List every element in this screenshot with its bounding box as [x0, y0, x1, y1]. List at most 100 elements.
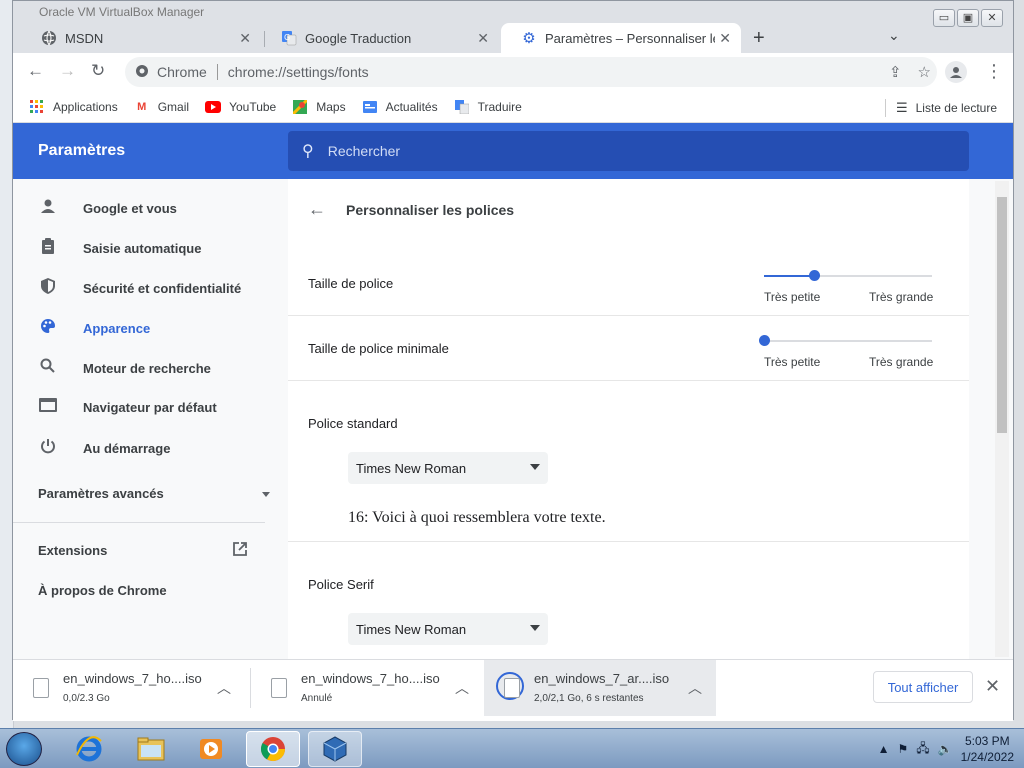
close-tab-icon[interactable]: ✕ [719, 30, 731, 47]
bookmark-youtube[interactable]: YouTube [205, 99, 276, 115]
page-scrollbar[interactable] [995, 181, 1009, 657]
reading-list-button[interactable]: ☰ Liste de lecture [884, 99, 997, 117]
bookmark-applications[interactable]: Applications [29, 99, 118, 115]
maps-icon [292, 99, 308, 115]
back-arrow-icon[interactable]: ← [308, 199, 326, 220]
bookmark-maps[interactable]: Maps [292, 99, 346, 115]
back-arrow-icon[interactable]: ← [27, 61, 44, 81]
row-divider [288, 315, 969, 316]
tab-parametres[interactable]: ⚙ Paramètres – Personnaliser les po ✕ [501, 23, 741, 53]
internet-explorer-icon[interactable] [62, 731, 116, 767]
settings-search-input[interactable]: ⚲ Rechercher [288, 131, 969, 171]
share-icon[interactable]: ⇪ [889, 63, 902, 81]
scrollbar-thumb[interactable] [997, 197, 1007, 433]
download-item[interactable]: en_windows_7_​ar....iso 2,0/2,1 Go, 6 s … [484, 660, 716, 716]
serif-font-label: Police Serif [308, 577, 374, 592]
sidebar-item-saisie-automatique[interactable]: Saisie automatique [38, 238, 201, 259]
sidebar-item-moteur-de-recherche[interactable]: Moteur de recherche [38, 358, 211, 379]
profile-avatar-icon[interactable] [945, 61, 967, 83]
standard-font-label: Police standard [308, 416, 398, 431]
toolbar: ← → ↻ Chrome chrome://settings/fonts ⇪ ☆… [13, 53, 1013, 91]
min-font-size-slider[interactable] [759, 335, 932, 346]
palette-icon [38, 318, 58, 339]
sidebar-item-google-et-vous[interactable]: Google et vous [38, 198, 177, 219]
system-tray: ▲ ⚑ 🖧 🔈 5:03 PM 1/24/2022 [878, 733, 1014, 765]
close-tab-icon[interactable]: ✕ [477, 30, 489, 47]
page-title: Personnaliser les polices [346, 201, 515, 218]
media-player-icon[interactable] [184, 731, 238, 767]
volume-icon[interactable]: 🔈 [938, 742, 953, 756]
action-center-flag-icon[interactable]: ⚑ [898, 742, 909, 756]
bookmarks-divider [884, 99, 886, 117]
settings-sidebar: Google et vous Saisie automatique Sécuri… [13, 179, 288, 659]
reload-icon[interactable]: ↻ [91, 61, 105, 81]
sidebar-item-apparence[interactable]: Apparence [38, 318, 150, 339]
browser-icon [38, 398, 58, 417]
sidebar-item-label: Au démarrage [83, 441, 171, 456]
globe-icon [41, 30, 57, 46]
sidebar-item-a-propos[interactable]: À propos de Chrome [38, 583, 167, 598]
close-tab-icon[interactable]: ✕ [239, 30, 251, 47]
tab-label: Paramètres – Personnaliser les po [545, 30, 715, 46]
tab-msdn[interactable]: MSDN ✕ [21, 23, 261, 53]
start-button[interactable] [6, 732, 42, 766]
scheme-label: Chrome [157, 64, 207, 80]
sidebar-item-label: Apparence [83, 321, 151, 336]
close-downloads-icon[interactable]: ✕ [985, 676, 1000, 697]
bookmark-actualites[interactable]: Actualités [362, 99, 438, 115]
page-header: ← Personnaliser les polices [308, 199, 514, 220]
network-icon[interactable]: 🖧 [916, 739, 929, 760]
tab-strip: MSDN ✕ G Google Traduction ✕ ⚙ Paramètre… [13, 23, 1013, 53]
clipboard-icon [38, 238, 58, 259]
tab-google-traduction[interactable]: G Google Traduction ✕ [261, 23, 499, 53]
url-divider [216, 64, 218, 80]
row-divider [288, 380, 969, 381]
sidebar-item-label: Google et vous [83, 201, 177, 216]
show-hidden-icons-chevron-icon[interactable]: ▲ [878, 742, 890, 756]
bookmark-star-icon[interactable]: ☆ [918, 63, 931, 81]
min-font-size-label: Taille de police minimale [308, 341, 449, 356]
address-bar[interactable]: Chrome chrome://settings/fonts ⇪ ☆ [125, 57, 937, 87]
sidebar-divider [13, 522, 265, 523]
clock[interactable]: 5:03 PM 1/24/2022 [961, 733, 1014, 765]
sidebar-advanced-toggle[interactable]: Paramètres avancés [38, 486, 270, 501]
font-size-label: Taille de police [308, 276, 394, 291]
settings-gear-icon: ⚙ [522, 30, 536, 47]
more-menu-icon[interactable]: ⋮ [985, 61, 1003, 82]
bookmark-label: Maps [316, 99, 346, 114]
chevron-up-icon[interactable]: ︿ [688, 678, 702, 698]
row-divider [288, 541, 969, 542]
chrome-taskbar-icon[interactable] [246, 731, 300, 767]
slider-min-label: Très petite [764, 290, 821, 304]
bookmark-gmail[interactable]: M Gmail [134, 99, 189, 115]
chevron-up-icon[interactable]: ︿ [217, 678, 231, 698]
slider-knob[interactable] [809, 270, 820, 281]
news-icon [362, 99, 378, 115]
sidebar-item-securite[interactable]: Sécurité et confidentialité [38, 278, 241, 299]
sidebar-item-navigateur-par-defaut[interactable]: Navigateur par défaut [38, 398, 217, 417]
download-item[interactable]: en_windows_7_ho....iso 0,0/2.3 Go ︿ [13, 660, 245, 716]
sidebar-item-au-demarrage[interactable]: Au démarrage [38, 438, 170, 459]
person-icon [38, 198, 58, 219]
windows-taskbar: ▲ ⚑ 🖧 🔈 5:03 PM 1/24/2022 [0, 728, 1024, 768]
serif-font-select[interactable]: Times New Roman [348, 613, 548, 645]
tab-search-chevron-icon[interactable]: ⌄ [888, 27, 900, 44]
reading-list-label: Liste de lecture [915, 101, 997, 115]
slider-knob[interactable] [759, 335, 770, 346]
download-item[interactable]: en_windows_7_ho....iso Annulé ︿ [251, 660, 483, 716]
omnibox-actions: ⇪ ☆ [889, 63, 931, 81]
file-explorer-icon[interactable] [124, 731, 178, 767]
show-all-downloads-button[interactable]: Tout afficher [873, 671, 973, 703]
sidebar-item-extensions[interactable]: Extensions [38, 542, 248, 558]
chrome-logo-icon [135, 64, 149, 81]
search-icon: ⚲ [302, 143, 314, 160]
font-size-slider[interactable] [764, 270, 932, 281]
bookmark-label: YouTube [229, 99, 277, 114]
new-tab-plus-icon[interactable]: + [753, 27, 765, 50]
chevron-up-icon[interactable]: ︿ [455, 678, 469, 698]
forward-arrow-icon[interactable]: → [59, 61, 76, 81]
standard-font-select[interactable]: Times New Roman [348, 452, 548, 484]
download-filename: en_windows_7_ho....iso [301, 671, 440, 686]
bookmark-traduire[interactable]: Traduire [454, 99, 522, 115]
virtualbox-icon[interactable] [308, 731, 362, 767]
